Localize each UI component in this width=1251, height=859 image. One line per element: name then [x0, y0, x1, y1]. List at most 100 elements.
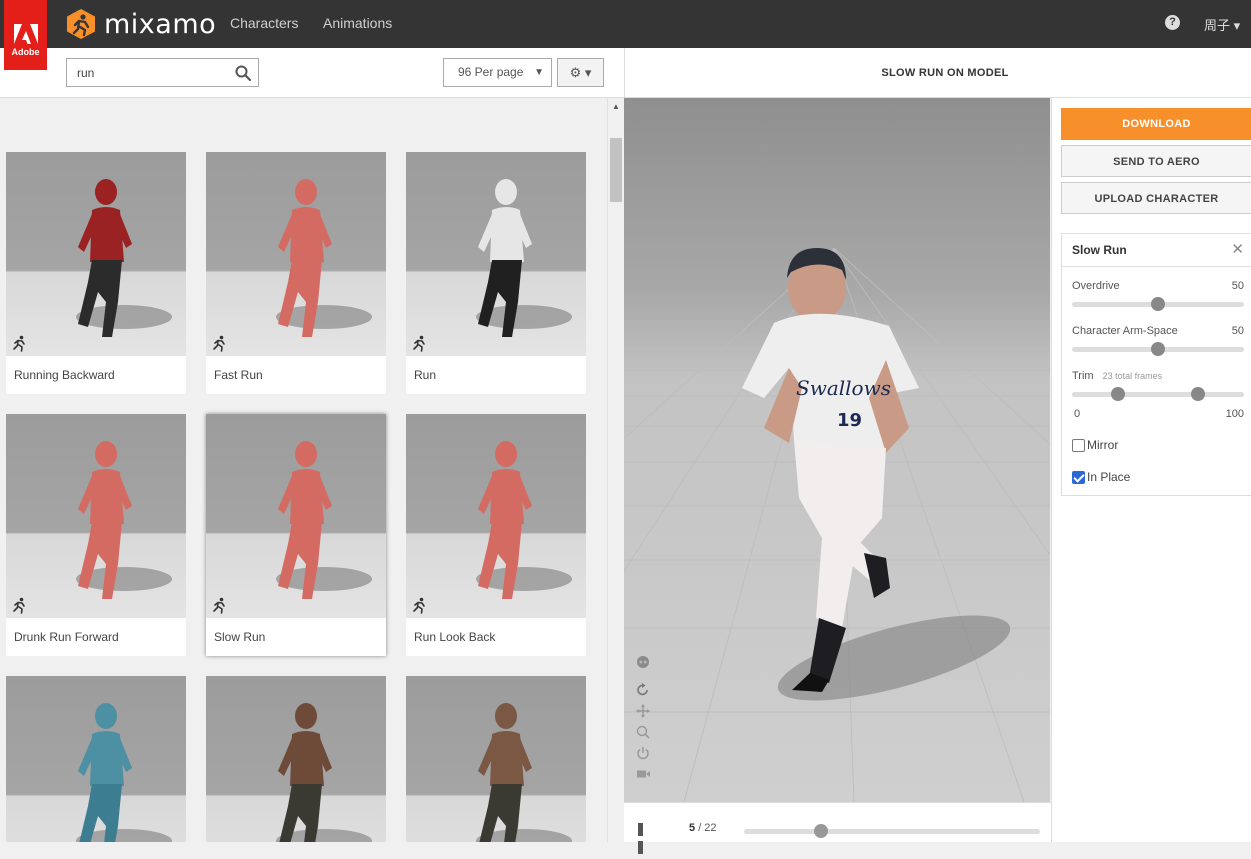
- run-animation-icon: [213, 597, 225, 614]
- in-place-checkbox[interactable]: In Place: [1072, 470, 1130, 484]
- adobe-mark-icon: [13, 24, 38, 44]
- timeline-slider[interactable]: [744, 824, 1040, 838]
- viewer-title: SLOW RUN ON MODEL: [881, 67, 1009, 79]
- svg-text:19: 19: [837, 410, 862, 431]
- nav-animations[interactable]: Animations: [323, 15, 392, 31]
- frame-counter: 5 / 22: [689, 822, 717, 834]
- character-figure: [476, 179, 572, 337]
- animation-card[interactable]: Run: [406, 152, 586, 394]
- run-animation-icon: [213, 335, 225, 352]
- arm-space-knob[interactable]: [1151, 342, 1165, 356]
- download-button[interactable]: DOWNLOAD: [1061, 108, 1251, 140]
- upload-character-button[interactable]: UPLOAD CHARACTER: [1061, 182, 1251, 214]
- animation-properties: Slow Run ✕ Overdrive 50 Character Arm-Sp…: [1061, 233, 1251, 496]
- search-box[interactable]: [66, 58, 259, 87]
- character-model: Swallows 19: [742, 248, 919, 692]
- overdrive-slider[interactable]: [1072, 297, 1244, 311]
- overdrive-row: Overdrive 50: [1072, 280, 1244, 292]
- animation-card[interactable]: Running Backward: [6, 152, 186, 394]
- animation-thumbnail[interactable]: [406, 676, 586, 842]
- character-figure: [476, 703, 572, 842]
- settings-button[interactable]: ⚙ ▾: [557, 58, 604, 87]
- scroll-up-icon[interactable]: ▲: [612, 102, 620, 111]
- animation-thumbnail[interactable]: [206, 414, 386, 618]
- pan-icon[interactable]: [636, 704, 650, 718]
- brand-name: mixamo: [104, 8, 217, 40]
- total-frames: / 22: [698, 822, 717, 834]
- close-icon[interactable]: ✕: [1231, 234, 1244, 266]
- in-place-checkbox-box[interactable]: [1072, 470, 1085, 484]
- current-frame: 5: [689, 822, 696, 834]
- trim-max-label: 100: [1225, 408, 1244, 420]
- trim-end-knob[interactable]: [1190, 387, 1205, 401]
- arm-space-label: Character Arm-Space: [1072, 325, 1178, 337]
- zoom-icon[interactable]: [636, 725, 650, 739]
- character-figure: [476, 441, 572, 599]
- search-toolbar: 96 Per page ▼ ⚙ ▾: [0, 48, 624, 98]
- character-figure: [76, 179, 172, 337]
- run-animation-icon: [13, 597, 25, 614]
- character-figure: [276, 441, 372, 599]
- animation-thumbnail[interactable]: [6, 676, 186, 842]
- animation-card-label: Slow Run: [214, 630, 266, 644]
- animation-thumbnail[interactable]: [406, 152, 586, 356]
- scrollbar-thumb[interactable]: [610, 138, 622, 202]
- trim-slider[interactable]: [1072, 387, 1244, 401]
- power-icon[interactable]: [636, 746, 650, 760]
- search-icon[interactable]: [235, 65, 251, 81]
- overdrive-value: 50: [1231, 280, 1244, 292]
- properties-header: Slow Run ✕: [1062, 234, 1251, 267]
- trim-start-knob[interactable]: [1111, 387, 1126, 401]
- send-to-aero-button[interactable]: SEND TO AERO: [1061, 145, 1251, 177]
- arm-space-slider[interactable]: [1072, 342, 1244, 356]
- grid-scrollbar[interactable]: ▲: [607, 98, 624, 842]
- character-figure: [276, 179, 372, 337]
- run-animation-icon: [13, 335, 25, 352]
- mixamo-brand[interactable]: mixamo: [66, 8, 216, 40]
- animation-thumbnail[interactable]: [206, 152, 386, 356]
- trim-label: Trim: [1072, 370, 1094, 382]
- arm-space-value: 50: [1231, 325, 1244, 337]
- arm-space-row: Character Arm-Space 50: [1072, 325, 1244, 337]
- mirror-checkbox[interactable]: Mirror: [1072, 438, 1118, 452]
- animation-card-label: Drunk Run Forward: [14, 630, 119, 644]
- animation-card-label: Running Backward: [14, 368, 115, 382]
- user-menu[interactable]: 周子 ▾: [1204, 15, 1240, 34]
- per-page-value: 96 Per page: [458, 65, 524, 79]
- playback-bar: 5 / 22: [624, 802, 1051, 854]
- animation-thumbnail[interactable]: [206, 676, 386, 842]
- timeline-knob[interactable]: [813, 824, 828, 838]
- skeleton-icon[interactable]: [636, 656, 650, 670]
- svg-text:Swallows: Swallows: [796, 376, 891, 400]
- search-input[interactable]: [67, 59, 227, 86]
- animation-title: Slow Run: [1072, 243, 1127, 257]
- run-animation-icon: [413, 335, 425, 352]
- adobe-logo-text: Adobe: [11, 47, 40, 57]
- side-panel: DOWNLOAD SEND TO AERO UPLOAD CHARACTER S…: [1051, 98, 1251, 842]
- viewport-scene: Swallows 19: [624, 247, 1050, 802]
- animation-card[interactable]: [206, 676, 386, 842]
- animation-thumbnail[interactable]: [6, 414, 186, 618]
- animation-card[interactable]: Slow Run: [206, 414, 386, 656]
- help-icon[interactable]: ?: [1165, 15, 1180, 30]
- animation-card[interactable]: [6, 676, 186, 842]
- camera-icon[interactable]: [636, 767, 650, 781]
- nav-characters[interactable]: Characters: [230, 15, 298, 31]
- per-page-select[interactable]: 96 Per page ▼: [443, 58, 552, 87]
- overdrive-knob[interactable]: [1151, 297, 1165, 311]
- animation-thumbnail[interactable]: [406, 414, 586, 618]
- overdrive-label: Overdrive: [1072, 280, 1120, 292]
- mixamo-logo-icon: [67, 9, 95, 39]
- reset-view-icon[interactable]: [636, 683, 650, 697]
- animation-card[interactable]: [406, 676, 586, 842]
- animation-thumbnail[interactable]: [6, 152, 186, 356]
- trim-min-label: 0: [1074, 408, 1081, 420]
- animation-card[interactable]: Drunk Run Forward: [6, 414, 186, 656]
- mirror-checkbox-box[interactable]: [1072, 438, 1085, 452]
- 3d-viewport[interactable]: Swallows 19: [624, 98, 1050, 802]
- animation-card[interactable]: Fast Run: [206, 152, 386, 394]
- adobe-logo[interactable]: Adobe: [4, 0, 47, 70]
- animation-card[interactable]: Run Look Back: [406, 414, 586, 656]
- trim-frames-note: 23 total frames: [1102, 371, 1163, 381]
- pause-icon[interactable]: [638, 823, 652, 854]
